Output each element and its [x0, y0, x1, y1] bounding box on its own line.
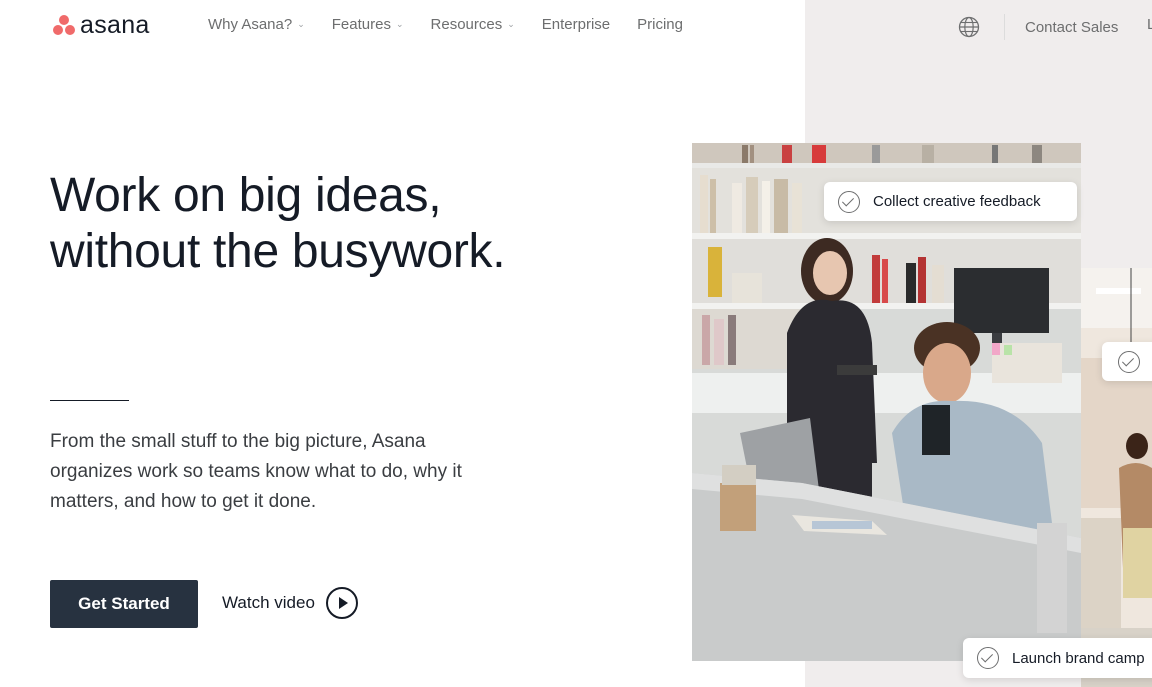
asana-logo[interactable]: asana — [52, 11, 150, 39]
nav-link-label: Resources — [430, 16, 503, 33]
nav-divider — [1004, 14, 1005, 40]
hero-headline: Work on big ideas, without the busywork. — [50, 168, 610, 280]
task-card-collect-feedback[interactable]: Collect creative feedback — [824, 182, 1077, 221]
nav-why-asana[interactable]: Why Asana? ⌄ — [208, 16, 305, 33]
nav-link-label: Pricing — [637, 16, 683, 33]
logo-dots-icon — [52, 13, 76, 37]
task-card-launch-campaign[interactable]: Launch brand camp — [963, 638, 1152, 678]
hero-subtext: From the small stuff to the big picture,… — [50, 431, 462, 512]
nav-resources[interactable]: Resources ⌄ — [431, 16, 515, 33]
play-icon — [325, 587, 358, 619]
nav-link-label: Features — [331, 16, 391, 33]
login-link[interactable]: L — [1147, 16, 1152, 33]
check-circle-icon[interactable] — [977, 647, 999, 669]
nav-link-label: Why Asana? — [208, 16, 293, 33]
logo-wordmark: asana — [80, 11, 150, 39]
nav-pricing[interactable]: Pricing — [637, 16, 683, 33]
headline-line-1: Work on big ideas, — [50, 169, 442, 222]
task-card-partial[interactable] — [1102, 342, 1152, 381]
task-card-label: Launch brand camp — [1012, 649, 1145, 667]
get-started-button[interactable]: Get Started — [50, 580, 198, 628]
task-card-label: Collect creative feedback — [873, 193, 1041, 210]
chevron-down-icon: ⌄ — [507, 19, 515, 29]
chevron-down-icon: ⌄ — [395, 19, 404, 29]
watch-video-link[interactable]: Watch video — [222, 587, 358, 619]
check-circle-icon[interactable] — [838, 190, 860, 213]
hero-divider — [50, 400, 129, 401]
hero-photo-secondary — [1081, 268, 1152, 687]
contact-sales-link[interactable]: Contact Sales — [1025, 19, 1118, 36]
watch-video-label: Watch video — [222, 593, 315, 612]
nav-link-label: Enterprise — [541, 16, 611, 33]
headline-line-2: without the busywork. — [50, 225, 506, 278]
top-navigation: asana Why Asana? ⌄ Features ⌄ Resources … — [0, 0, 1152, 52]
nav-links: Why Asana? ⌄ Features ⌄ Resources ⌄ Ente… — [208, 16, 710, 33]
nav-right-group: Contact Sales — [958, 14, 1118, 40]
nav-enterprise[interactable]: Enterprise — [542, 16, 610, 33]
chevron-down-icon: ⌄ — [297, 19, 305, 29]
globe-icon[interactable] — [958, 16, 980, 38]
check-circle-icon[interactable] — [1118, 350, 1140, 373]
nav-features[interactable]: Features ⌄ — [332, 16, 404, 33]
